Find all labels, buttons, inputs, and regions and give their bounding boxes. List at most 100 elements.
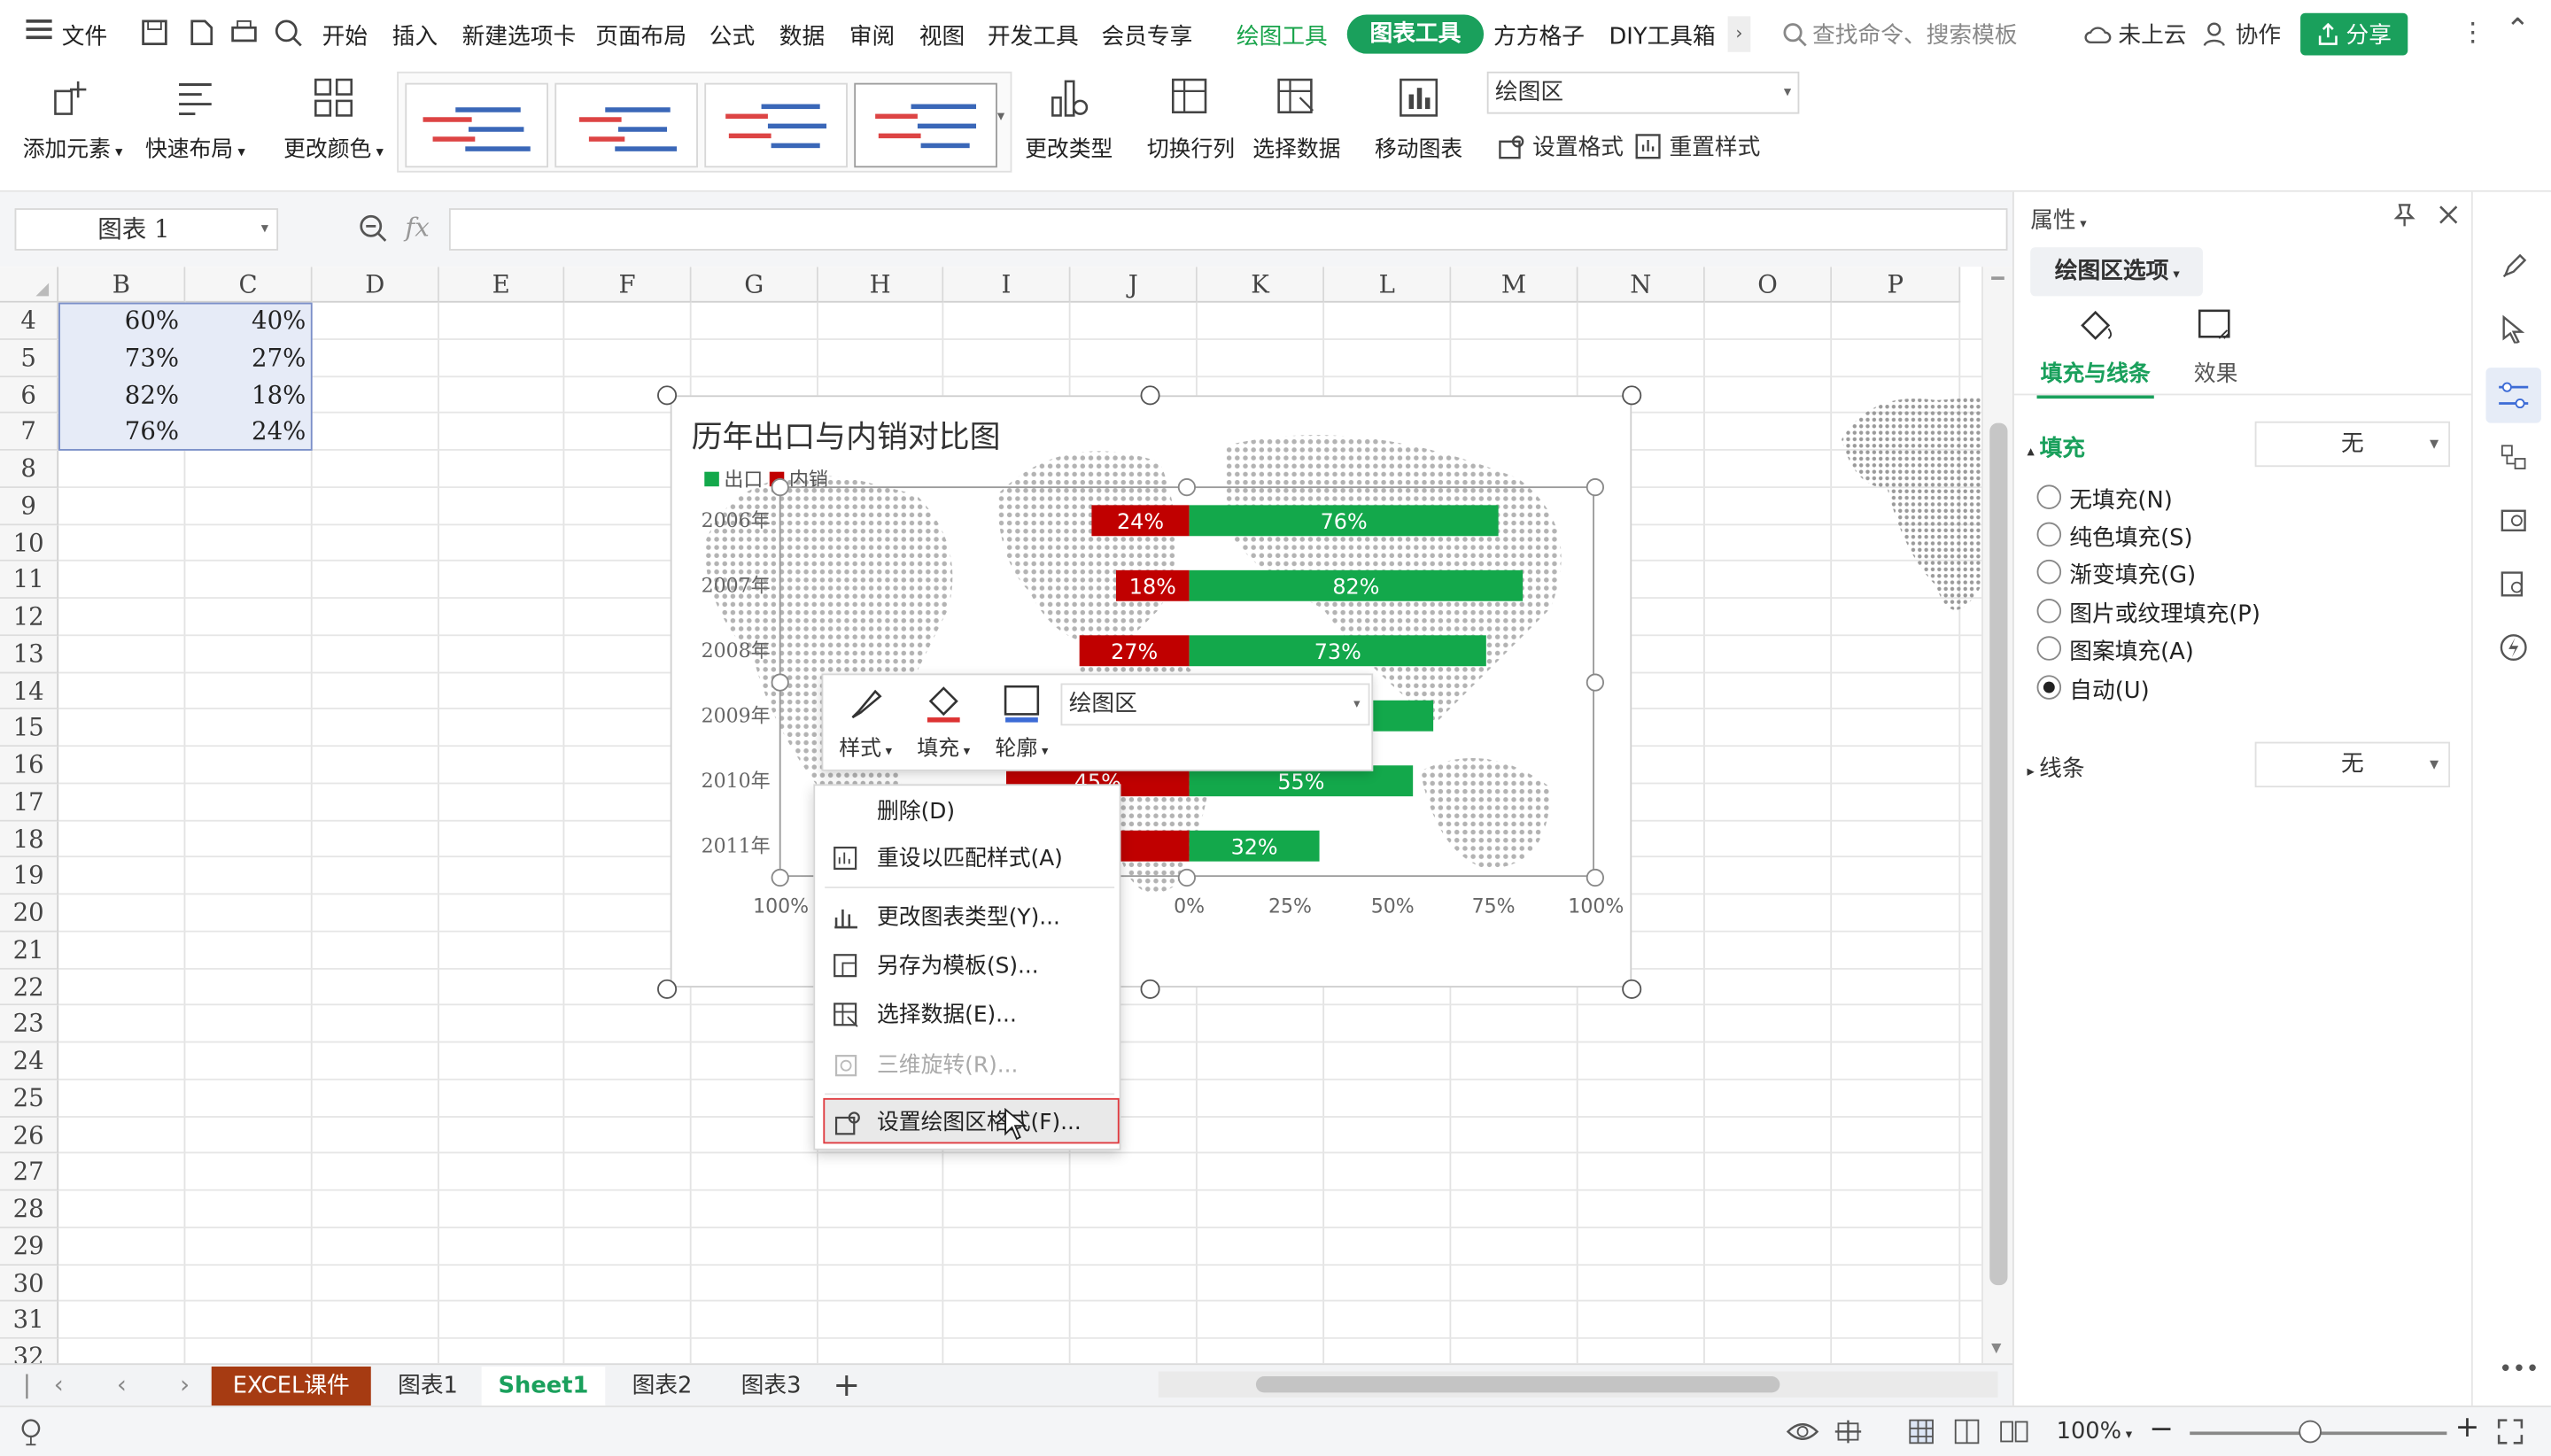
x-tick-5[interactable]: 100% bbox=[1568, 895, 1624, 918]
share-button[interactable]: 分享 bbox=[2300, 12, 2408, 56]
rocket-icon[interactable] bbox=[2499, 252, 2528, 288]
preview-icon[interactable] bbox=[274, 18, 303, 53]
radio-picture-fill[interactable] bbox=[2036, 598, 2062, 623]
image-tool-icon[interactable] bbox=[2499, 506, 2528, 541]
resize-handle-t[interactable] bbox=[1140, 385, 1160, 406]
category-label-2[interactable]: 2008年 bbox=[702, 640, 771, 662]
style-button[interactable]: 样式 ▾ bbox=[830, 682, 902, 762]
radio-pattern-fill[interactable] bbox=[2036, 636, 2062, 661]
row-header-21[interactable]: 21 bbox=[0, 932, 59, 969]
row-header-11[interactable]: 11 bbox=[0, 561, 59, 599]
x-tick-3[interactable]: 50% bbox=[1371, 895, 1415, 918]
zoom-level[interactable]: 100% ▾ bbox=[2057, 1419, 2133, 1444]
tab-effect[interactable]: 效果 bbox=[2183, 306, 2248, 387]
menu-member[interactable]: 会员专享 bbox=[1101, 19, 1192, 52]
chart-area-select[interactable]: 绘图区 ▾ bbox=[1486, 71, 1800, 114]
add-sheet-icon[interactable]: + bbox=[833, 1365, 860, 1404]
menu-view[interactable]: 视图 bbox=[919, 19, 965, 52]
x-tick-0[interactable]: 100% bbox=[753, 895, 809, 918]
chart-title[interactable]: 历年出口与内销对比图 bbox=[692, 414, 1001, 458]
more-options-icon[interactable]: ••• bbox=[2499, 1357, 2539, 1382]
column-header-F[interactable]: F bbox=[564, 267, 692, 303]
radio-solid-fill[interactable] bbox=[2036, 522, 2062, 547]
row-header-29[interactable]: 29 bbox=[0, 1228, 59, 1266]
cell-B4[interactable]: 60% bbox=[62, 306, 179, 335]
row-header-22[interactable]: 22 bbox=[0, 968, 59, 1006]
menu-page-layout[interactable]: 页面布局 bbox=[595, 19, 686, 52]
category-label-4[interactable]: 2010年 bbox=[702, 771, 771, 793]
resize-handle-br[interactable] bbox=[1622, 979, 1642, 999]
column-header-N[interactable]: N bbox=[1578, 267, 1705, 303]
plot-handle-tr[interactable] bbox=[1586, 478, 1604, 497]
row-header-6[interactable]: 6 bbox=[0, 376, 59, 414]
menu-fangfang[interactable]: 方方格子 bbox=[1493, 19, 1585, 52]
resize-handle-b[interactable] bbox=[1140, 979, 1160, 999]
row-header-17[interactable]: 17 bbox=[0, 783, 59, 821]
row-header-20[interactable]: 20 bbox=[0, 895, 59, 933]
properties-toggle[interactable] bbox=[2485, 368, 2541, 423]
plot-handle-tl[interactable] bbox=[771, 478, 789, 497]
cell-C5[interactable]: 27% bbox=[189, 343, 306, 372]
book-search-icon[interactable] bbox=[2499, 569, 2528, 605]
column-header-H[interactable]: H bbox=[818, 267, 944, 303]
zoom-formula-icon[interactable] bbox=[358, 213, 387, 249]
row-header-5[interactable]: 5 bbox=[0, 339, 59, 377]
search-box[interactable]: 查找命令、搜索模板 bbox=[1781, 18, 2018, 50]
row-header-24[interactable]: 24 bbox=[0, 1042, 59, 1080]
plot-handle-t[interactable] bbox=[1177, 478, 1196, 497]
row-header-15[interactable]: 15 bbox=[0, 709, 59, 747]
cursor-select-icon[interactable] bbox=[2499, 314, 2528, 350]
change-type-button[interactable]: 更改类型 bbox=[1025, 72, 1113, 163]
column-header-E[interactable]: E bbox=[438, 267, 565, 303]
print-icon[interactable] bbox=[229, 18, 259, 53]
menu-new-tab[interactable]: 新建选项卡 bbox=[462, 19, 577, 52]
select-data-button[interactable]: 选择数据 bbox=[1252, 72, 1340, 163]
name-box[interactable]: 图表 1 ▾ bbox=[14, 208, 279, 251]
ctx-change-type[interactable]: 更改图表类型(Y)... bbox=[815, 895, 1122, 940]
plot-handle-bl[interactable] bbox=[771, 868, 789, 887]
category-label-0[interactable]: 2006年 bbox=[702, 510, 771, 532]
cloud-status[interactable]: 未上云 bbox=[2082, 18, 2187, 50]
cell-B5[interactable]: 73% bbox=[62, 343, 179, 372]
more-icon[interactable]: ⋮ bbox=[2460, 16, 2485, 47]
plot-handle-b[interactable] bbox=[1177, 868, 1196, 887]
plot-handle-r[interactable] bbox=[1586, 673, 1604, 692]
x-tick-2[interactable]: 25% bbox=[1268, 895, 1312, 918]
sheet-tab-chart2[interactable]: 图表2 bbox=[615, 1367, 709, 1406]
row-header-9[interactable]: 9 bbox=[0, 487, 59, 525]
x-tick-1[interactable]: 0% bbox=[1174, 895, 1205, 918]
chart-style-4[interactable] bbox=[854, 82, 997, 168]
chevron-right-icon[interactable]: › bbox=[1727, 16, 1751, 52]
row-header-8[interactable]: 8 bbox=[0, 450, 59, 488]
lightning-icon[interactable] bbox=[2499, 633, 2528, 669]
fill-dropdown[interactable]: 无 bbox=[2254, 421, 2451, 468]
category-label-3[interactable]: 2009年 bbox=[702, 706, 771, 728]
row-header-19[interactable]: 19 bbox=[0, 857, 59, 895]
fullscreen-icon[interactable] bbox=[2495, 1417, 2524, 1452]
switch-rowcol-button[interactable]: 切换行列 bbox=[1147, 72, 1235, 163]
row-header-25[interactable]: 25 bbox=[0, 1080, 59, 1118]
export-icon[interactable] bbox=[185, 18, 214, 53]
fill-button[interactable]: 填充 ▾ bbox=[908, 682, 980, 762]
resize-handle-tr[interactable] bbox=[1622, 385, 1642, 406]
flowchart-icon[interactable] bbox=[2499, 443, 2528, 478]
sheet-tab-chart3[interactable]: 图表3 bbox=[722, 1367, 819, 1406]
menu-chart-tools[interactable]: 图表工具 bbox=[1346, 14, 1485, 54]
cell-C4[interactable]: 40% bbox=[189, 306, 306, 335]
menu-data[interactable]: 数据 bbox=[779, 19, 825, 52]
element-select[interactable]: 绘图区 ▾ bbox=[1060, 683, 1370, 726]
row-header-7[interactable]: 7 bbox=[0, 414, 59, 451]
sheet-tab-sheet1[interactable]: Sheet1 bbox=[481, 1366, 606, 1406]
change-color-button[interactable]: 更改颜色 ▾ bbox=[283, 72, 384, 163]
ctx-format-plot-area[interactable]: 设置绘图区格式(F)... bbox=[823, 1097, 1120, 1144]
formula-input[interactable] bbox=[448, 208, 2008, 251]
vertical-scrollbar[interactable]: ▼ bbox=[1981, 267, 2012, 1364]
cell-C6[interactable]: 18% bbox=[189, 380, 306, 409]
eye-protection-icon[interactable] bbox=[1785, 1417, 1820, 1452]
row-header-32[interactable]: 32 bbox=[0, 1338, 59, 1364]
resize-handle-bl[interactable] bbox=[657, 979, 678, 999]
collab-button[interactable]: 协作 bbox=[2203, 18, 2281, 50]
ctx-select-data[interactable]: 选择数据(E)... bbox=[815, 993, 1122, 1038]
cell-C7[interactable]: 24% bbox=[189, 417, 306, 446]
pin-icon[interactable] bbox=[2392, 202, 2417, 235]
